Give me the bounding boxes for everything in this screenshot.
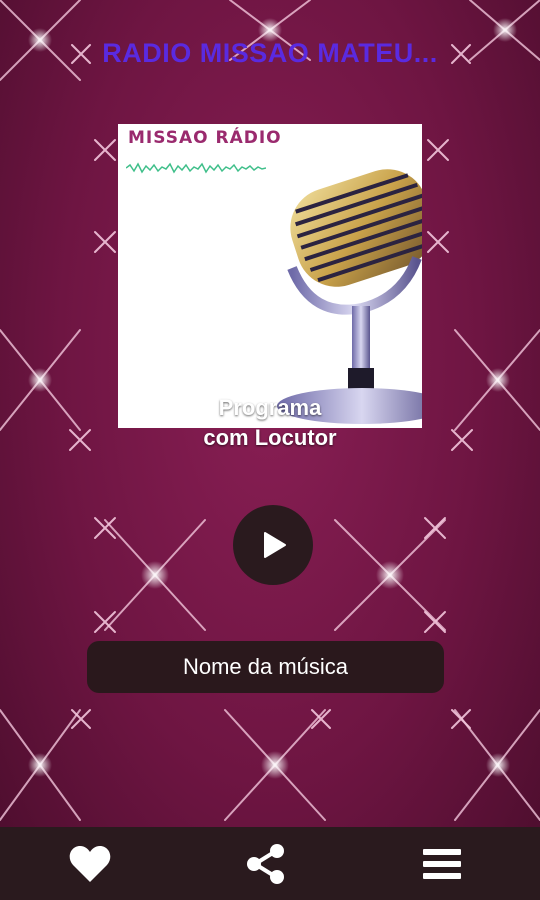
program-line-1: Programa <box>218 395 322 420</box>
program-line-2: com Locutor <box>203 425 337 450</box>
share-button[interactable] <box>236 834 296 894</box>
play-button[interactable] <box>233 505 313 585</box>
play-icon <box>264 532 286 558</box>
favorite-button[interactable] <box>60 834 120 894</box>
share-icon <box>247 843 284 884</box>
album-cover: MISSAO RÁDIO <box>118 124 422 428</box>
cover-brand-logo: MISSAO RÁDIO <box>128 128 282 148</box>
sound-wave-graphic <box>126 162 266 174</box>
menu-button[interactable] <box>412 834 472 894</box>
bottom-navigation <box>0 827 540 900</box>
app-title: RADIO MISSAO MATEU... <box>102 38 438 68</box>
menu-icon <box>423 848 461 879</box>
heart-icon <box>69 845 111 882</box>
program-caption: Programa com Locutor <box>0 393 540 453</box>
microphone-illustration <box>277 169 422 424</box>
song-title-bar: Nome da música <box>87 641 444 693</box>
song-title: Nome da música <box>182 654 349 679</box>
